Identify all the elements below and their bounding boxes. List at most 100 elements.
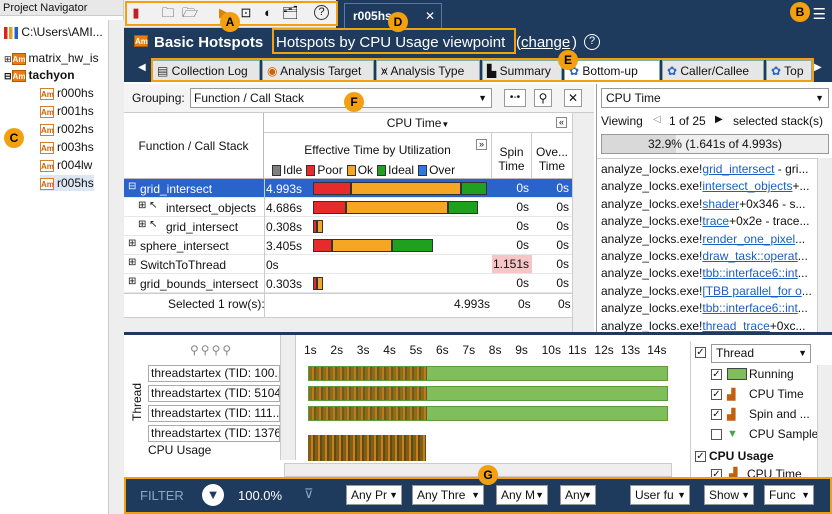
prev-stack-icon[interactable]: ◁	[653, 114, 661, 125]
legend-select[interactable]: Thread ▼	[711, 344, 811, 363]
table-row[interactable]: ⊞ sphere_intersect 3.405s 0s 0s	[124, 236, 594, 255]
legend-scrollbar[interactable]	[817, 365, 832, 481]
change-viewpoint-link[interactable]: change	[521, 34, 570, 51]
metric-select[interactable]: CPU Time ▼	[601, 88, 829, 108]
utilization-bar	[313, 239, 332, 252]
tick-label: 11s	[568, 343, 587, 357]
cpu-time-value: 0s	[266, 258, 279, 272]
legend-item-label: Running	[749, 367, 794, 381]
thread-label[interactable]: threadstartex (TID: 1376)	[148, 425, 280, 442]
menu-icon[interactable]: ☰	[813, 5, 826, 23]
expand-icon[interactable]: ⊞	[128, 276, 136, 287]
collapse-column-icon[interactable]: «	[556, 117, 567, 128]
cpu-time-value: 0.308s	[266, 220, 303, 234]
stack-frame[interactable]: analyze_locks.exe!intersect_objects+...	[601, 177, 813, 195]
tree-item-result[interactable]: Am r004lw	[40, 157, 92, 173]
cpu-usage-checkbox[interactable]: ✓	[695, 451, 706, 462]
source-link[interactable]: draw_task::operat	[702, 249, 797, 263]
bottom-up-grid: Function / Call Stack CPU Time▼ « Effect…	[124, 112, 594, 333]
chart-bars-icon	[4, 26, 18, 39]
col-spin[interactable]: Spin Time	[492, 133, 532, 179]
stack-frame[interactable]: analyze_locks.exe!grid_intersect - gri..…	[601, 160, 813, 178]
navigator-root[interactable]: C:\Users\AMI...	[4, 24, 103, 40]
col-effective[interactable]: Effective Time by Utilization Idle Poor Ok…	[264, 133, 492, 179]
expand-icon[interactable]: ⊞ ↖	[138, 200, 158, 211]
col-cputime[interactable]: CPU Time▼	[264, 113, 572, 133]
thread-label[interactable]: threadstartex (TID: 5104)	[148, 385, 280, 402]
expand-column-icon[interactable]: »	[476, 139, 487, 150]
source-link[interactable]: tbb::interface6::int	[702, 266, 797, 280]
stack-frame[interactable]: analyze_locks.exe!shader+0x346 - s...	[601, 195, 813, 213]
search-icon[interactable]: ⚲	[534, 89, 552, 107]
source-link[interactable]: thread_trace	[702, 319, 769, 333]
tree-item-result[interactable]: Am r001hs	[40, 103, 94, 119]
thread-running-bar	[308, 386, 668, 401]
tree-item-result[interactable]: Am r000hs	[40, 85, 94, 101]
legend-checkbox[interactable]: ✓	[711, 389, 722, 400]
table-row[interactable]: ⊞ ↖ intersect_objects 4.686s 0s 0s	[124, 198, 594, 217]
expand-icon[interactable]: ⊞ ↖	[138, 219, 158, 230]
next-stack-icon[interactable]: ▶	[715, 114, 723, 125]
source-link[interactable]: shader	[702, 197, 739, 211]
navigator-scrollbar[interactable]	[108, 20, 124, 514]
navigator-title: Project Navigator	[0, 0, 123, 16]
source-link[interactable]: render_one_pixel	[702, 232, 795, 246]
source-link[interactable]: tbb::interface6::int	[702, 301, 797, 315]
grid-scrollbar[interactable]	[572, 113, 594, 333]
source-link[interactable]: grid_intersect	[702, 162, 774, 176]
legend-checkbox[interactable]: ✓	[711, 369, 722, 380]
stack-frame[interactable]: analyze_locks.exe!render_one_pixel...	[601, 230, 813, 248]
tree-item-result[interactable]: Am r003hs	[40, 139, 94, 155]
source-link[interactable]: intersect_objects	[702, 179, 792, 193]
grid-hscrollbar[interactable]	[124, 317, 572, 333]
stack-frame[interactable]: analyze_locks.exe!draw_task::operat...	[601, 247, 813, 265]
spin-overhead-icon: ▟	[727, 409, 736, 421]
tree-item-result[interactable]: Am r002hs	[40, 121, 94, 137]
stack-frame[interactable]: analyze_locks.exe!tbb::interface6::int..…	[601, 264, 813, 282]
source-link[interactable]: trace	[702, 214, 729, 228]
callout-box-d	[272, 28, 516, 54]
thread-label[interactable]: threadstartex (TID: 100...	[148, 365, 280, 382]
close-icon[interactable]: ✕	[425, 4, 435, 28]
timeline-pane: ⚲⚲⚲⚲ 1s 2s 3s 4s 5s 6s 7s 8s 9s 10s 11s 12s 13s 14s T…	[124, 332, 832, 481]
grouping-select[interactable]: Function / Call Stack ▼	[190, 88, 492, 108]
help-icon[interactable]: ?	[584, 34, 600, 50]
thread-running-bar	[308, 406, 668, 421]
legend-checkbox[interactable]	[711, 429, 722, 440]
stack-scrollbar[interactable]	[817, 158, 832, 332]
zoom-controls-icon[interactable]: ⚲⚲⚲⚲	[190, 343, 233, 357]
expand-icon[interactable]: ⊞	[128, 238, 136, 249]
table-row[interactable]: ⊞ ↖ grid_intersect 0.308s 0s 0s	[124, 217, 594, 236]
project-icon: Am	[11, 52, 26, 65]
tree-item-tachyon[interactable]: ⊟Am tachyon	[4, 67, 75, 83]
table-row[interactable]: ⊟ grid_intersect 4.993s 0s 0s	[124, 179, 594, 198]
source-link[interactable]: [TBB parallel_for o	[702, 284, 801, 298]
tree-item-result-selected[interactable]: Am r005hs	[40, 175, 94, 191]
callout-c: C	[4, 128, 24, 148]
stack-frame[interactable]: analyze_locks.exe![TBB parallel_for o...	[601, 282, 813, 300]
stack-frame[interactable]: analyze_locks.exe!tbb::interface6::int..…	[601, 299, 813, 317]
function-name: SwitchToThread	[140, 258, 227, 272]
expand-icon[interactable]: ⊟	[128, 181, 136, 192]
call-stack-mode-icon[interactable]: •-•	[504, 89, 526, 107]
table-row[interactable]: ⊞ SwitchToThread 0s 1.151s 0s	[124, 255, 594, 274]
legend-label: Idle	[283, 163, 303, 177]
table-row[interactable]: ⊞ grid_bounds_intersect 0.303s 0s 0s	[124, 274, 594, 293]
col-overhead[interactable]: Ove... Time	[532, 133, 572, 179]
thread-checkbox[interactable]: ✓	[695, 347, 706, 358]
utilization-bar	[332, 239, 392, 252]
cpu-time-value: 4.686s	[266, 201, 303, 215]
function-name: intersect_objects	[166, 201, 257, 215]
thread-label[interactable]: threadstartex (TID: 111...	[148, 405, 280, 422]
expand-icon[interactable]: ⊞	[128, 257, 136, 268]
tools-icon[interactable]: ✕	[564, 89, 582, 107]
stack-frame[interactable]: analyze_locks.exe!trace+0x2e - trace...	[601, 212, 813, 230]
timeline-scroll-left[interactable]	[280, 335, 296, 460]
col-function[interactable]: Function / Call Stack	[124, 113, 264, 179]
time-ruler: 1s 2s 3s 4s 5s 6s 7s 8s 9s 10s 11s 12s 13s 14s	[296, 343, 696, 361]
legend-checkbox[interactable]: ✓	[711, 409, 722, 420]
scroll-left-icon[interactable]: ◀	[138, 62, 146, 73]
tick-label: 5s	[409, 343, 423, 357]
scroll-right-icon[interactable]: ▶	[814, 62, 822, 73]
tree-item-matrix[interactable]: ⊞Am matrix_hw_is	[4, 50, 99, 66]
